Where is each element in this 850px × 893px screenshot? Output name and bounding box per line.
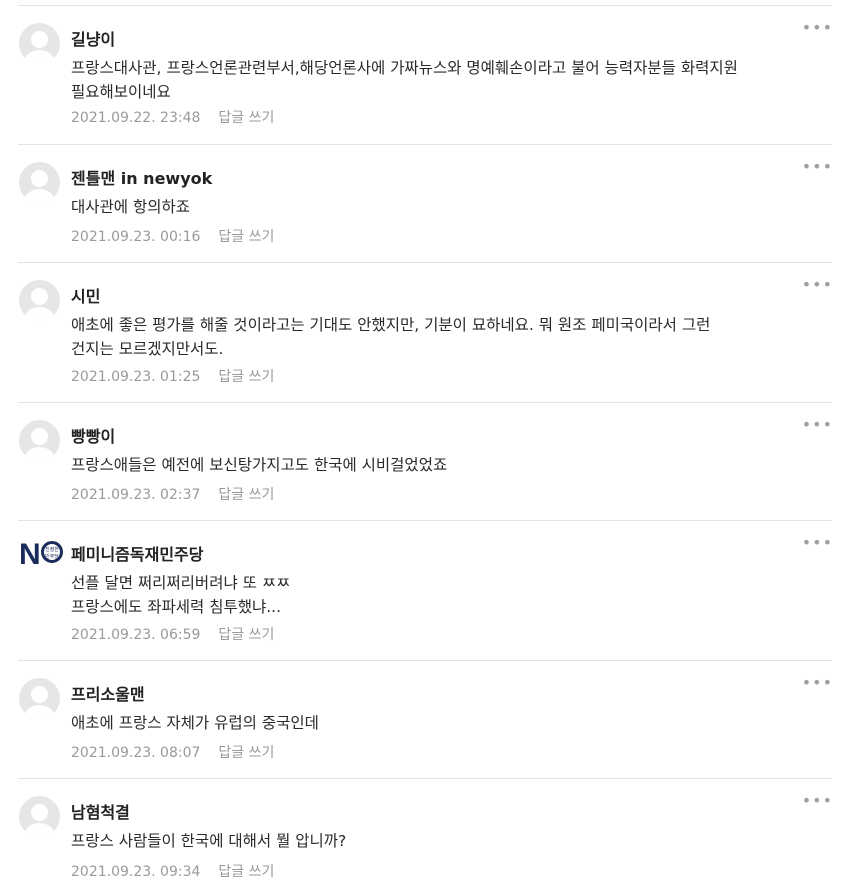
comment-date: 2021.09.23. 00:16 (71, 229, 201, 245)
avatar[interactable] (19, 162, 60, 203)
comment-item: 길냥이 ••• 프랑스대사관, 프랑스언론관련부서,해당언론사에 가짜뉴스와 명… (18, 5, 832, 145)
reply-button[interactable]: 답글 쓰기 (218, 229, 274, 245)
comment-nickname[interactable]: 남혐척결 (71, 802, 130, 824)
comment-nickname[interactable]: 젠틀맨 in newyok (71, 168, 212, 190)
comment-meta: 2021.09.23. 06:59 답글 쓰기 (71, 625, 274, 645)
more-options-icon[interactable]: ••• (802, 535, 833, 551)
reply-button[interactable]: 답글 쓰기 (218, 627, 274, 643)
comment-nickname[interactable]: 시민 (71, 286, 100, 308)
comment-meta: 2021.09.23. 00:16 답글 쓰기 (71, 227, 274, 247)
avatar[interactable] (19, 796, 60, 837)
comment-meta: 2021.09.22. 23:48 답글 쓰기 (71, 108, 274, 128)
comment-nickname[interactable]: 길냥이 (71, 29, 115, 51)
more-options-icon[interactable]: ••• (802, 20, 833, 36)
reply-button[interactable]: 답글 쓰기 (218, 369, 274, 385)
comment-nickname[interactable]: 프리소울맨 (71, 684, 145, 706)
comment-date: 2021.09.23. 09:34 (71, 864, 201, 880)
comment-nickname[interactable]: 빵빵이 (71, 426, 115, 448)
more-options-icon[interactable]: ••• (802, 417, 833, 433)
comment-content: 프랑스 사람들이 한국에 대해서 뭘 압니까? (71, 832, 347, 850)
comment-content: 애초에 프랑스 자체가 유럽의 중국인데 (71, 714, 319, 732)
reply-button[interactable]: 답글 쓰기 (218, 110, 274, 126)
comment-meta: 2021.09.23. 09:34 답글 쓰기 (71, 862, 274, 882)
reply-button[interactable]: 답글 쓰기 (218, 864, 274, 880)
comment-meta: 2021.09.23. 08:07 답글 쓰기 (71, 743, 274, 763)
comment-date: 2021.09.23. 08:07 (71, 745, 201, 761)
party-logo-avatar[interactable]: N 진정한 민주당 (19, 538, 63, 582)
comment-date: 2021.09.23. 01:25 (71, 369, 201, 385)
avatar[interactable] (19, 678, 60, 719)
avatar[interactable] (19, 280, 60, 321)
reply-button[interactable]: 답글 쓰기 (218, 487, 274, 503)
avatar[interactable] (19, 23, 60, 64)
comment-date: 2021.09.23. 06:59 (71, 627, 201, 643)
avatar[interactable] (19, 420, 60, 461)
comment-item: N 진정한 민주당 페미니즘독재민주당 ••• 선플 달면 쩌리쩌리버려냐 또 … (18, 520, 832, 661)
comment-item: 프리소울맨 ••• 애초에 프랑스 자체가 유럽의 중국인데 2021.09.2… (18, 660, 832, 779)
logo-badge: 진정한 민주당 (41, 541, 63, 563)
reply-button[interactable]: 답글 쓰기 (218, 745, 274, 761)
comment-content: 선플 달면 쩌리쩌리버려냐 또 ㅉㅉ 프랑스에도 좌파세력 침투했냐... (71, 574, 291, 616)
comment-meta: 2021.09.23. 02:37 답글 쓰기 (71, 485, 274, 505)
comment-content: 애초에 좋은 평가를 해줄 것이라고는 기대도 안했지만, 기분이 묘하네요. … (71, 316, 711, 358)
comment-item: 젠틀맨 in newyok ••• 대사관에 항의하죠 2021.09.23. … (18, 144, 832, 263)
more-options-icon[interactable]: ••• (802, 793, 833, 809)
comment-meta: 2021.09.23. 01:25 답글 쓰기 (71, 367, 274, 387)
comment-content: 프랑스애들은 예전에 보신탕가지고도 한국에 시비걸었었죠 (71, 456, 448, 474)
comment-nickname[interactable]: 페미니즘독재민주당 (71, 544, 203, 566)
more-options-icon[interactable]: ••• (802, 277, 833, 293)
more-options-icon[interactable]: ••• (802, 675, 833, 691)
logo-letter: N (19, 538, 41, 571)
comment-item: 시민 ••• 애초에 좋은 평가를 해줄 것이라고는 기대도 안했지만, 기분이… (18, 262, 832, 403)
comment-item: 남혐척결 ••• 프랑스 사람들이 한국에 대해서 뭘 압니까? 2021.09… (18, 778, 832, 893)
comment-date: 2021.09.22. 23:48 (71, 110, 201, 126)
comment-content: 대사관에 항의하죠 (71, 198, 191, 216)
comment-item: 빵빵이 ••• 프랑스애들은 예전에 보신탕가지고도 한국에 시비걸었었죠 20… (18, 402, 832, 521)
more-options-icon[interactable]: ••• (802, 159, 833, 175)
comment-content: 프랑스대사관, 프랑스언론관련부서,해당언론사에 가짜뉴스와 명예훼손이라고 불… (71, 59, 738, 101)
comment-date: 2021.09.23. 02:37 (71, 487, 201, 503)
